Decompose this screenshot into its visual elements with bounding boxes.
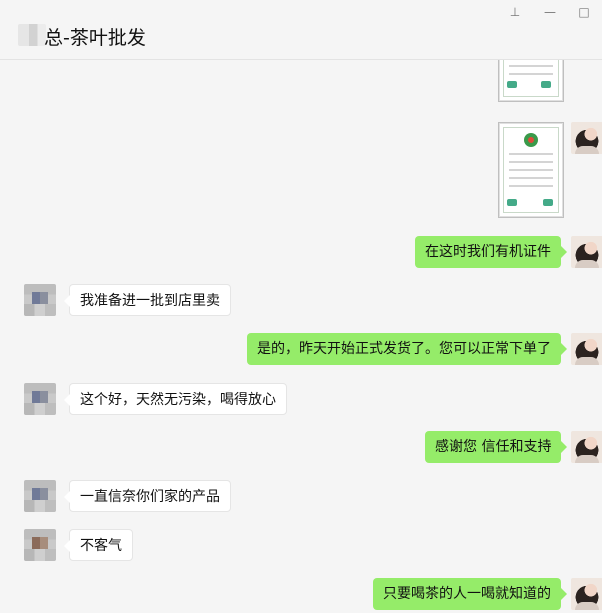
chat-title: 总-茶叶批发 (44, 27, 146, 49)
contact-avatar[interactable] (24, 383, 56, 415)
message-bubble-outgoing[interactable]: 在这时我们有机证件 (415, 236, 567, 268)
message-bubble-outgoing[interactable]: 是的，昨天开始正式发货了。您可以正常下单了 (247, 333, 567, 365)
message-bubble-outgoing[interactable]: 只要喝茶的人一喝就知道的 (373, 578, 567, 610)
certificate-image[interactable] (498, 60, 564, 102)
maximize-icon[interactable]: □ (572, 3, 596, 21)
certificate-image[interactable] (498, 122, 564, 218)
message-bubble-incoming[interactable]: 我准备进一批到店里卖 (64, 284, 231, 316)
message-bubble-outgoing[interactable]: 感谢您 信任和支持 (425, 431, 568, 463)
my-avatar[interactable] (571, 122, 602, 154)
contact-avatar[interactable] (24, 529, 56, 561)
contact-avatar[interactable] (24, 284, 56, 316)
pin-icon[interactable]: ⊥ (503, 3, 527, 21)
contact-avatar[interactable] (24, 480, 56, 512)
message-list[interactable]: 在这时我们有机证件 我准备进一批到店里卖 是的，昨天开始正式发货了。您可以正常下… (0, 60, 602, 613)
minimize-icon[interactable]: — (538, 3, 562, 21)
contact-avatar-blurred (18, 24, 46, 46)
chat-header: 总-茶叶批发 ⊥ — □ (0, 0, 602, 60)
my-avatar[interactable] (571, 578, 602, 610)
message-bubble-incoming[interactable]: 这个好，天然无污染，喝得放心 (64, 383, 287, 415)
my-avatar[interactable] (571, 431, 602, 463)
my-avatar[interactable] (571, 333, 602, 365)
message-bubble-incoming[interactable]: 一直信奈你们家的产品 (64, 480, 231, 512)
my-avatar[interactable] (571, 236, 602, 268)
message-bubble-incoming[interactable]: 不客气 (64, 529, 133, 561)
